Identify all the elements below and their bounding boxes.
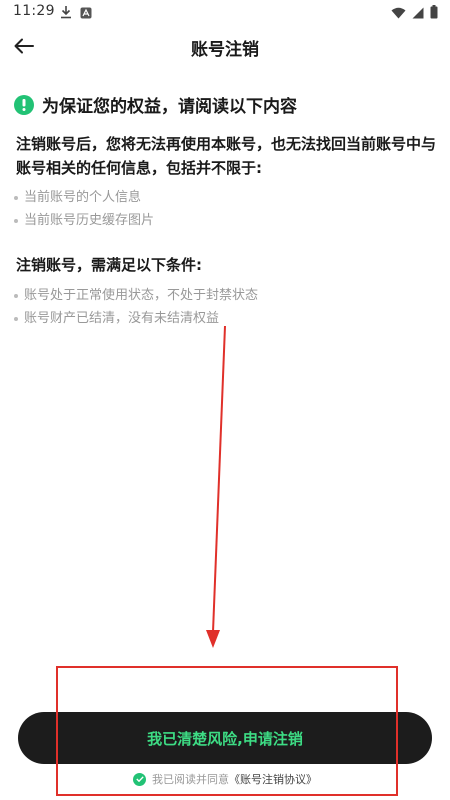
status-left-icons	[60, 4, 92, 23]
bullet-dot	[14, 316, 18, 321]
status-bar: 11:29	[0, 0, 450, 24]
annotation-arrow	[206, 325, 226, 648]
exclamation-icon	[14, 94, 34, 115]
list-item: 当前账号的个人信息	[14, 186, 154, 209]
list-item-label: 当前账号历史缓存图片	[24, 213, 155, 228]
wifi-icon	[391, 4, 406, 23]
download-icon	[60, 4, 72, 23]
apply-cancel-account-button[interactable]: 我已清楚风险,申请注销	[18, 712, 432, 764]
list-item-label: 当前账号的个人信息	[24, 190, 142, 205]
header: 账号注销	[0, 28, 450, 68]
status-time: 11:29	[13, 3, 55, 19]
lost-items-list: 当前账号的个人信息 当前账号历史缓存图片	[14, 186, 154, 232]
list-item-label: 账号财产已结清，没有未结清权益	[24, 311, 220, 326]
agree-prefix-text: 我已阅读并同意	[152, 773, 229, 786]
agreement-row: 我已阅读并同意 《账号注销协议》	[0, 771, 450, 787]
apply-button-label: 我已清楚风险,申请注销	[147, 729, 303, 748]
notice-row: 为保证您的权益，请阅读以下内容	[14, 92, 297, 117]
list-item: 账号财产已结清，没有未结清权益	[14, 307, 258, 330]
notice-text: 为保证您的权益，请阅读以下内容	[42, 97, 297, 117]
list-item: 当前账号历史缓存图片	[14, 209, 154, 232]
agreement-link[interactable]: 《账号注销协议》	[229, 771, 317, 787]
conditions-title: 注销账号，需满足以下条件:	[16, 256, 202, 274]
intro-paragraph: 注销账号后，您将无法再使用本账号，也无法找回当前账号中与账号相关的任何信息，包括…	[16, 135, 437, 177]
signal-icon	[412, 4, 424, 23]
bullet-dot	[14, 293, 18, 298]
bullet-dot	[14, 218, 18, 223]
list-item-label: 账号处于正常使用状态，不处于封禁状态	[24, 288, 259, 303]
battery-icon	[430, 4, 438, 23]
list-item: 账号处于正常使用状态，不处于封禁状态	[14, 284, 258, 307]
bullet-dot	[14, 195, 18, 200]
app-notification-icon	[80, 4, 92, 23]
agree-checkbox-icon[interactable]	[133, 772, 146, 786]
status-right-icons	[391, 4, 438, 23]
page-title: 账号注销	[191, 40, 259, 60]
conditions-list: 账号处于正常使用状态，不处于封禁状态 账号财产已结清，没有未结清权益	[14, 284, 258, 330]
